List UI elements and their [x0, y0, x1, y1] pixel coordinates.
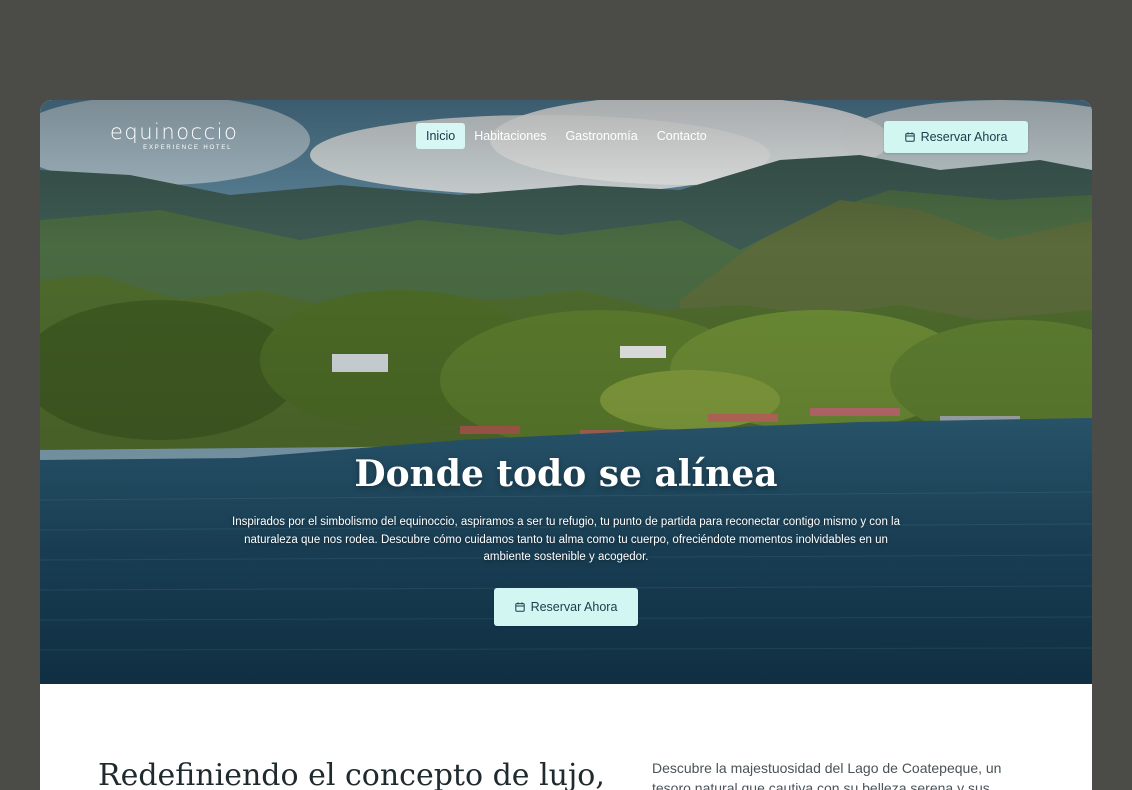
brand-logo[interactable]: equinoccio EXPERIENCE HOTEL	[110, 120, 238, 151]
intro-heading: Redefiniendo el concepto de lujo,	[98, 758, 605, 790]
intro-text: Descubre la majestuosidad del Lago de Co…	[652, 760, 1002, 790]
reserve-now-label: Reservar Ahora	[530, 600, 618, 614]
top-navigation: equinoccio EXPERIENCE HOTEL Inicio Habit…	[40, 100, 1092, 174]
nav-item-contacto[interactable]: Contacto	[647, 123, 717, 149]
main-menu: Inicio Habitaciones Gastronomía Contacto	[416, 123, 716, 149]
intro-section: Redefiniendo el concepto de lujo, Descub…	[40, 684, 1092, 790]
hero-title: Donde todo se alínea	[354, 453, 778, 495]
logo-tagline: EXPERIENCE HOTEL	[143, 145, 233, 151]
browser-frame: equinoccio EXPERIENCE HOTEL Inicio Habit…	[40, 100, 1092, 790]
calendar-icon	[514, 602, 525, 612]
calendar-icon	[904, 132, 915, 142]
reserve-now-button-hero[interactable]: Reservar Ahora	[494, 588, 638, 626]
nav-item-gastronomia[interactable]: Gastronomía	[555, 123, 647, 149]
logo-wordmark: equinoccio	[110, 120, 239, 144]
hero-description: Inspirados por el simbolismo del equinoc…	[232, 516, 900, 563]
nav-item-habitaciones[interactable]: Habitaciones	[464, 123, 556, 149]
hero-section: equinoccio EXPERIENCE HOTEL Inicio Habit…	[40, 100, 1092, 684]
reserve-now-button-header[interactable]: Reservar Ahora	[884, 121, 1028, 153]
reserve-now-label: Reservar Ahora	[920, 130, 1008, 144]
nav-item-inicio[interactable]: Inicio	[416, 123, 466, 149]
hero-content: Donde todo se alínea Inspirados por el s…	[40, 452, 1092, 567]
